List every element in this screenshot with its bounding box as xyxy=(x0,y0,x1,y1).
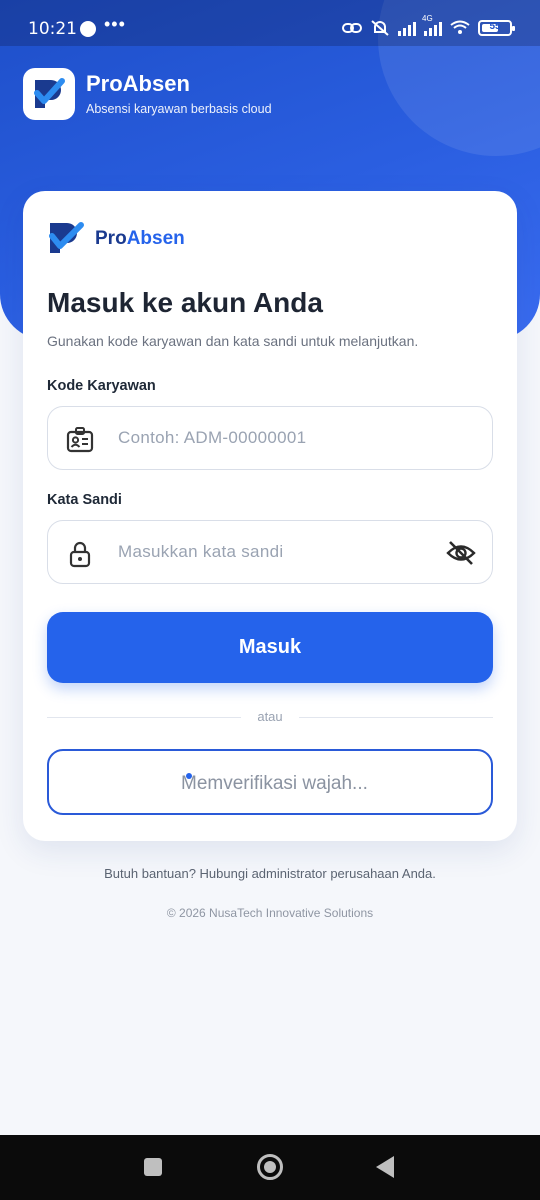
system-navigation-bar xyxy=(0,1135,540,1200)
signal-4g-icon: 4G xyxy=(422,14,442,36)
recent-apps-button[interactable] xyxy=(144,1158,162,1176)
lock-icon xyxy=(69,541,91,568)
face-verification-button[interactable]: Memverifikasi wajah... xyxy=(47,749,493,815)
login-button[interactable]: Masuk xyxy=(47,612,493,683)
facebook-notification-icon xyxy=(80,21,96,37)
login-card: ProAbsen Masuk ke akun Anda Gunakan kode… xyxy=(23,191,517,841)
employee-code-label: Kode Karyawan xyxy=(47,378,156,394)
card-brand-name: ProAbsen xyxy=(95,228,185,249)
page-subtitle: Gunakan kode karyawan dan kata sandi unt… xyxy=(47,333,419,349)
home-button[interactable] xyxy=(257,1154,283,1180)
network-type: 4G xyxy=(422,14,433,23)
page-title: Masuk ke akun Anda xyxy=(47,287,323,318)
back-button[interactable] xyxy=(376,1156,394,1178)
signal-icon xyxy=(398,20,416,36)
more-notifications-icon: ••• xyxy=(104,14,126,34)
help-text: Butuh bantuan? Hubungi administrator per… xyxy=(104,866,436,881)
eye-off-icon[interactable] xyxy=(446,539,476,567)
battery-level: 55 xyxy=(489,21,501,32)
copyright-text: © 2026 NusaTech Innovative Solutions xyxy=(166,906,374,920)
employee-code-field[interactable] xyxy=(47,406,493,470)
employee-code-input[interactable] xyxy=(118,407,418,469)
face-verification-label: Memverifikasi wajah... xyxy=(181,773,368,794)
app-brand: ProAbsen Absensi karyawan berbasis cloud xyxy=(23,68,272,120)
app-name: ProAbsen xyxy=(86,70,190,96)
app-logo xyxy=(23,68,75,120)
password-label: Kata Sandi xyxy=(47,492,122,508)
card-brand: ProAbsen xyxy=(47,221,185,257)
mute-bell-icon xyxy=(371,20,389,36)
status-bar: 10:21 ••• 4G 55 xyxy=(0,0,540,46)
battery-icon: 55 xyxy=(478,20,515,36)
id-card-icon xyxy=(66,427,94,453)
checkmark-shield-logo-icon xyxy=(34,78,65,108)
link-icon xyxy=(342,23,362,33)
app-tagline: Absensi karyawan berbasis cloud xyxy=(86,101,272,116)
or-divider: atau xyxy=(47,709,493,725)
password-field[interactable] xyxy=(47,520,493,584)
password-input[interactable] xyxy=(118,521,418,583)
status-time: 10:21 xyxy=(28,19,77,39)
wifi-icon xyxy=(450,20,470,34)
checkmark-shield-logo-icon xyxy=(49,222,84,253)
